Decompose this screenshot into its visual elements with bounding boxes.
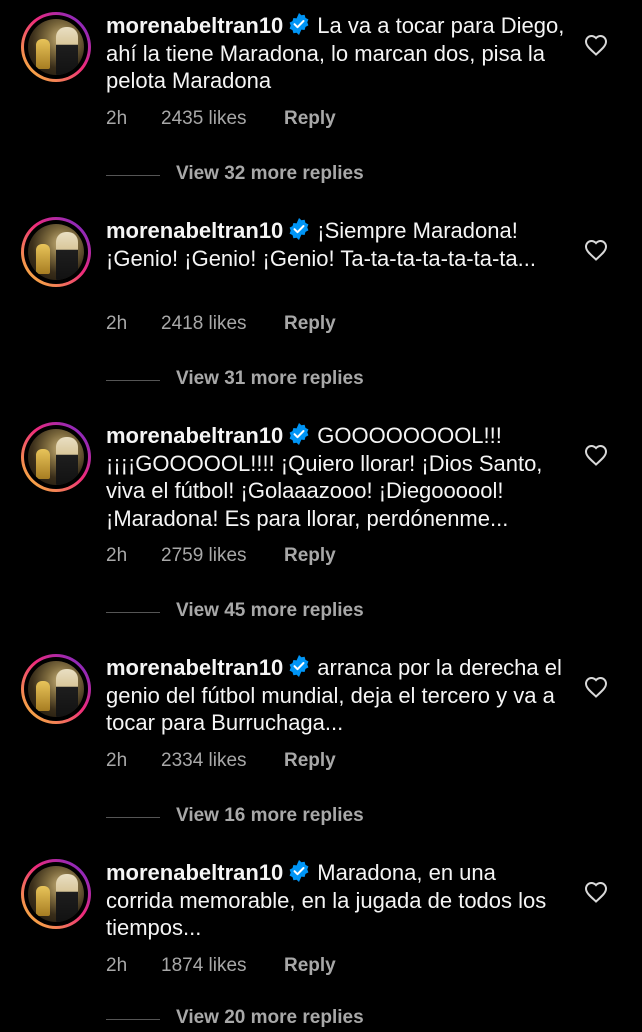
view-more-replies-button[interactable]: View 16 more replies bbox=[106, 805, 406, 829]
avatar[interactable] bbox=[21, 654, 91, 724]
comment-time: 2h bbox=[106, 545, 128, 566]
comment: morenabeltran10 ¡Siempre Maradona! ¡Genio… bbox=[0, 205, 642, 409]
avatar[interactable] bbox=[21, 12, 91, 82]
comment-time: 2h bbox=[106, 108, 128, 129]
heart-outline-icon[interactable] bbox=[584, 881, 608, 903]
view-more-replies-label: View 20 more replies bbox=[176, 1007, 364, 1028]
reply-button[interactable]: Reply bbox=[284, 545, 336, 567]
username-link[interactable]: morenabeltran10 bbox=[106, 423, 283, 448]
comment: morenabeltran10 arranca por la derecha el… bbox=[0, 642, 642, 846]
comment-body: morenabeltran10 Maradona, en una corrida … bbox=[106, 859, 566, 942]
comment-body: morenabeltran10 GOOOOOOOOL!!! ¡¡¡¡GOOOOOL… bbox=[106, 422, 566, 532]
divider-line bbox=[106, 175, 160, 176]
verified-badge-icon bbox=[289, 860, 309, 882]
comment: morenabeltran10 La va a tocar para Diego,… bbox=[0, 0, 642, 204]
comment-time: 2h bbox=[106, 313, 128, 334]
comment-body: morenabeltran10 arranca por la derecha el… bbox=[106, 654, 566, 737]
comment: morenabeltran10 GOOOOOOOOL!!! ¡¡¡¡GOOOOOL… bbox=[0, 410, 642, 640]
comment-body: morenabeltran10 La va a tocar para Diego,… bbox=[106, 12, 566, 95]
username-link[interactable]: morenabeltran10 bbox=[106, 218, 283, 243]
comment: morenabeltran10 Maradona, en una corrida … bbox=[0, 847, 642, 1032]
heart-outline-icon[interactable] bbox=[584, 34, 608, 56]
comment-time: 2h bbox=[106, 955, 128, 976]
likes-count[interactable]: 1874 likes bbox=[161, 955, 247, 977]
comment-time: 2h bbox=[106, 750, 128, 771]
view-more-replies-button[interactable]: View 32 more replies bbox=[106, 163, 406, 187]
divider-line bbox=[106, 380, 160, 381]
divider-line bbox=[106, 817, 160, 818]
view-more-replies-label: View 45 more replies bbox=[176, 600, 364, 621]
heart-outline-icon[interactable] bbox=[584, 676, 608, 698]
avatar[interactable] bbox=[21, 217, 91, 287]
heart-outline-icon[interactable] bbox=[584, 239, 608, 261]
reply-button[interactable]: Reply bbox=[284, 750, 336, 772]
username-link[interactable]: morenabeltran10 bbox=[106, 13, 283, 38]
verified-badge-icon bbox=[289, 423, 309, 445]
likes-count[interactable]: 2759 likes bbox=[161, 545, 247, 567]
username-link[interactable]: morenabeltran10 bbox=[106, 860, 283, 885]
avatar[interactable] bbox=[21, 859, 91, 929]
likes-count[interactable]: 2435 likes bbox=[161, 108, 247, 130]
reply-button[interactable]: Reply bbox=[284, 108, 336, 130]
reply-button[interactable]: Reply bbox=[284, 955, 336, 977]
heart-outline-icon[interactable] bbox=[584, 444, 608, 466]
view-more-replies-button[interactable]: View 20 more replies bbox=[106, 1007, 406, 1031]
likes-count[interactable]: 2334 likes bbox=[161, 750, 247, 772]
comment-body: morenabeltran10 ¡Siempre Maradona! ¡Genio… bbox=[106, 217, 566, 272]
reply-button[interactable]: Reply bbox=[284, 313, 336, 335]
divider-line bbox=[106, 1019, 160, 1020]
divider-line bbox=[106, 612, 160, 613]
username-link[interactable]: morenabeltran10 bbox=[106, 655, 283, 680]
verified-badge-icon bbox=[289, 218, 309, 240]
verified-badge-icon bbox=[289, 13, 309, 35]
view-more-replies-label: View 16 more replies bbox=[176, 805, 364, 826]
avatar[interactable] bbox=[21, 422, 91, 492]
view-more-replies-button[interactable]: View 31 more replies bbox=[106, 368, 406, 392]
verified-badge-icon bbox=[289, 655, 309, 677]
view-more-replies-button[interactable]: View 45 more replies bbox=[106, 600, 406, 624]
view-more-replies-label: View 31 more replies bbox=[176, 368, 364, 389]
likes-count[interactable]: 2418 likes bbox=[161, 313, 247, 335]
view-more-replies-label: View 32 more replies bbox=[176, 163, 364, 184]
